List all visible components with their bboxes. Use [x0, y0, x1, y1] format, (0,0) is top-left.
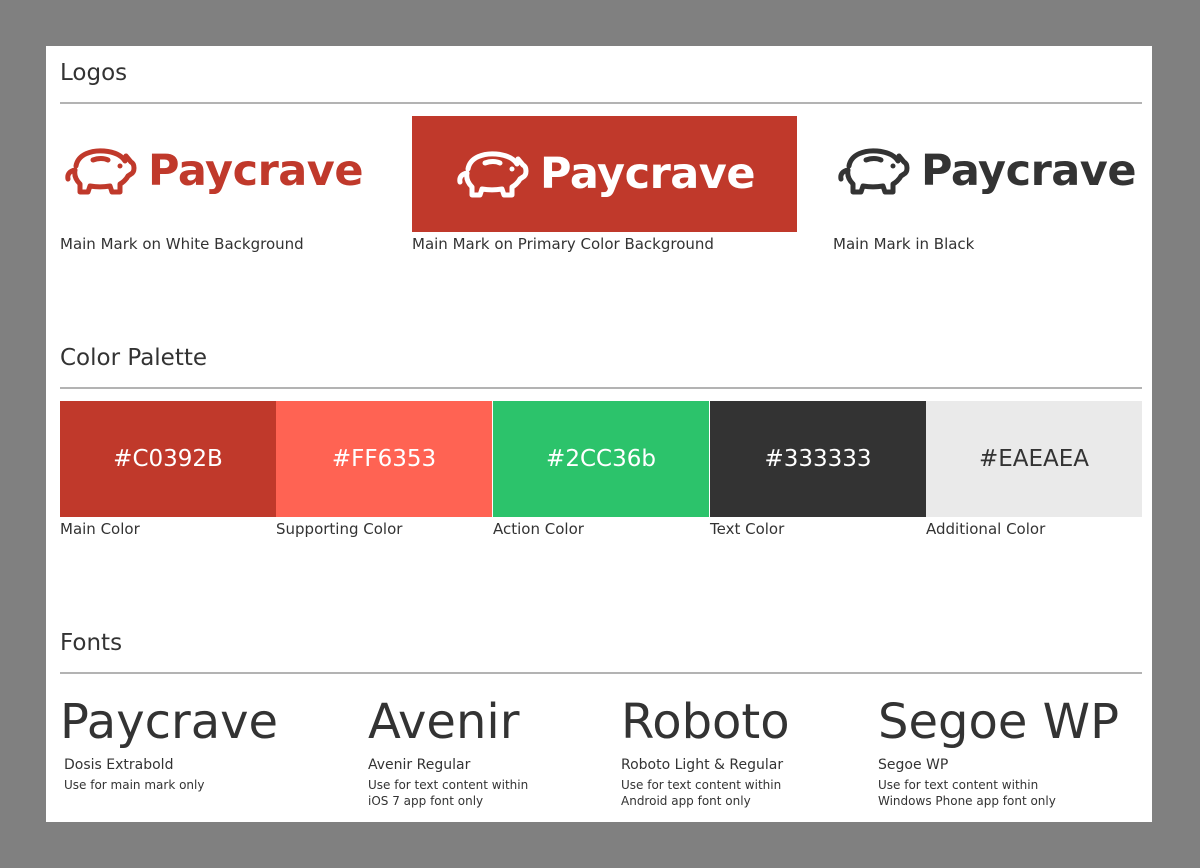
fonts-divider	[60, 672, 1142, 674]
font-usage-note: Android app font only	[621, 794, 751, 808]
font-name: Segoe WP	[878, 757, 949, 773]
logo-wordmark: Paycrave	[540, 149, 756, 199]
color-swatch-text: #333333	[710, 401, 926, 517]
palette-section-title: Color Palette	[60, 345, 208, 371]
logos-section-title: Logos	[60, 60, 128, 86]
logo-caption: Main Mark on Primary Color Background	[412, 235, 714, 253]
color-swatch-supporting: #FF6353	[276, 401, 492, 517]
swatch-hex: #FF6353	[331, 446, 437, 472]
logo-wordmark: Paycrave	[921, 146, 1137, 196]
logo-main-mark-primary-bg: Paycrave	[452, 149, 756, 199]
swatch-hex: #333333	[764, 446, 872, 472]
swatch-hex: #C0392B	[113, 446, 223, 472]
swatch-label: Supporting Color	[276, 520, 403, 538]
swatch-label: Additional Color	[926, 520, 1046, 538]
font-sample-segoe: Segoe WP	[878, 694, 1120, 750]
font-sample-roboto: Roboto	[621, 694, 790, 750]
logo-main-mark-white-bg: Paycrave	[60, 146, 364, 196]
swatch-label: Action Color	[493, 520, 584, 538]
font-sample-paycrave: Paycrave	[60, 694, 279, 750]
pig-icon	[838, 148, 910, 195]
color-swatch-main: #C0392B	[60, 401, 276, 517]
font-usage-note: Use for text content within	[621, 778, 782, 792]
font-name: Avenir Regular	[368, 757, 471, 773]
font-usage-note: Use for main mark only	[64, 778, 205, 792]
font-usage-note: Use for text content within	[878, 778, 1039, 792]
swatch-hex: #EAEAEA	[978, 446, 1090, 472]
font-usage-note: iOS 7 app font only	[368, 794, 484, 808]
swatch-label: Text Color	[710, 520, 785, 538]
logo-main-mark-black: Paycrave	[833, 146, 1137, 196]
pig-icon	[65, 148, 137, 195]
logo-wordmark: Paycrave	[148, 146, 364, 196]
swatch-label: Main Color	[60, 520, 140, 538]
color-swatch-action: #2CC36b	[493, 401, 709, 517]
logo-caption: Main Mark in Black	[833, 235, 975, 253]
font-name: Roboto Light & Regular	[621, 757, 784, 773]
style-guide-sheet: Logos Paycrave Main Mark on White Backgr…	[46, 46, 1152, 822]
logo-caption: Main Mark on White Background	[60, 235, 304, 253]
pig-icon	[457, 151, 529, 198]
swatch-hex: #2CC36b	[546, 446, 656, 472]
font-usage-note: Windows Phone app font only	[878, 794, 1056, 808]
font-usage-note: Use for text content within	[368, 778, 529, 792]
palette-divider	[60, 387, 1142, 389]
font-name: Dosis Extrabold	[64, 757, 174, 773]
font-sample-avenir: Avenir	[368, 694, 520, 750]
fonts-section-title: Fonts	[60, 630, 123, 656]
color-swatch-additional: #EAEAEA	[926, 401, 1142, 517]
logos-divider	[60, 102, 1142, 104]
